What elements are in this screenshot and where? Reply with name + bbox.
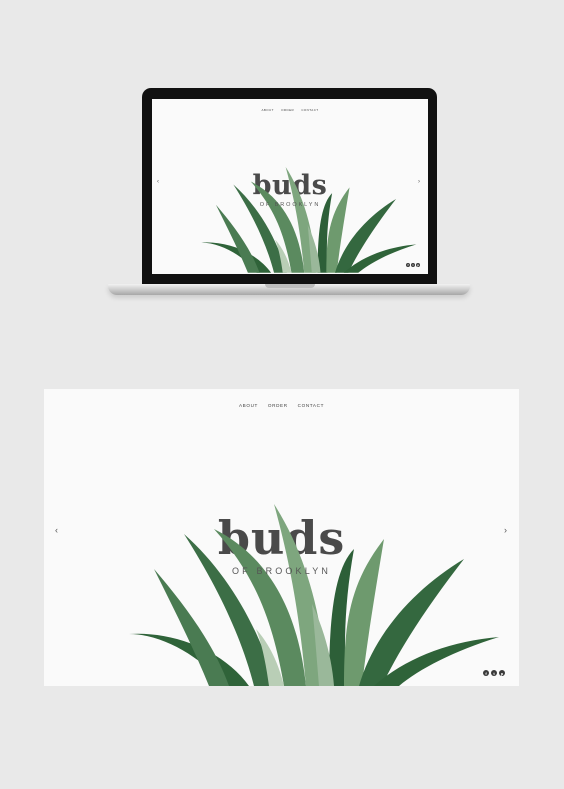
laptop-mockup: ABOUT ORDER CONTACT ‹ › buds OF BROOKLYN…: [0, 0, 564, 310]
website-preview-small: ABOUT ORDER CONTACT ‹ › buds OF BROOKLYN…: [152, 99, 428, 274]
website-preview-large: ABOUT ORDER CONTACT ‹ › buds OF BROOKLYN…: [44, 389, 519, 686]
brand-tagline: OF BROOKLYN: [259, 202, 321, 208]
plant-hero-image: [201, 167, 417, 273]
brand-tagline: OF BROOKLYN: [232, 566, 331, 576]
plant-hero-image: [129, 504, 499, 686]
agave-leaves: [201, 167, 417, 273]
laptop-screen: ABOUT ORDER CONTACT ‹ › buds OF BROOKLYN…: [152, 99, 428, 274]
agave-leaves: [129, 504, 499, 686]
laptop-notch: [265, 284, 315, 288]
